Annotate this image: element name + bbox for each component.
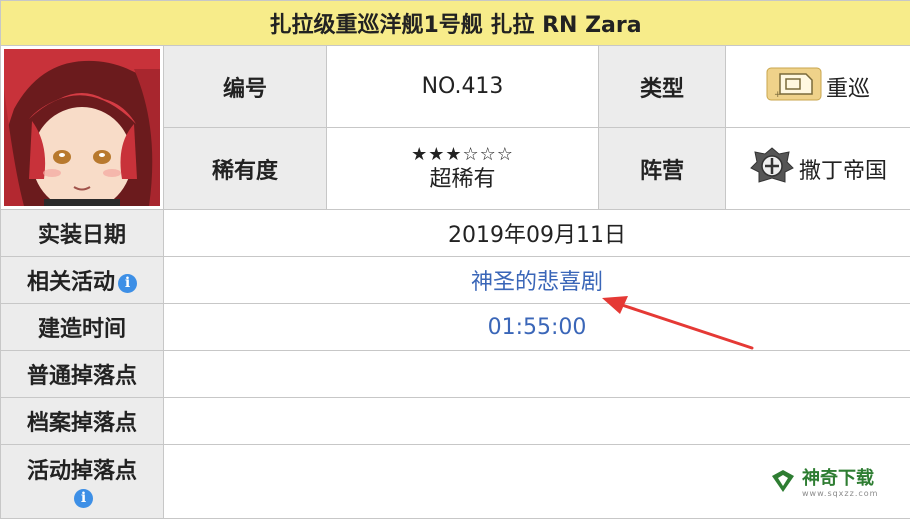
normal-drop-value (162, 350, 910, 398)
sardegna-empire-emblem-icon (749, 146, 795, 192)
heavy-cruiser-icon: + (766, 67, 822, 107)
type-label: 类型 (598, 45, 726, 128)
watermark-url: www.sqxzz.com (802, 488, 879, 498)
rarity-value: 超稀有 (429, 166, 496, 192)
faction-label: 阵营 (598, 127, 726, 210)
related-event-header: 相关活动 i (0, 256, 164, 304)
event-drop-header: 活动掉落点 i (0, 444, 164, 519)
ship-portrait (0, 45, 164, 210)
related-event-link[interactable]: 神圣的悲喜剧 (162, 256, 910, 304)
release-date-value: 2019年09月11日 (162, 209, 910, 257)
build-time-link[interactable]: 01:55:00 (162, 303, 910, 351)
watermark-logo-icon (770, 468, 796, 498)
related-event-label: 相关活动 (26, 270, 115, 295)
normal-drop-label: 普通掉落点 (0, 350, 164, 398)
number-value: NO.413 (326, 45, 599, 128)
watermark-text: 神奇下载 (802, 467, 874, 489)
archive-drop-value (162, 397, 910, 445)
number-label: 编号 (163, 45, 327, 128)
type-cell: + 重巡 (724, 45, 910, 128)
build-time-label: 建造时间 (0, 303, 164, 351)
rarity-cell: ★★★☆☆☆ 超稀有 (326, 127, 599, 210)
type-value: 重巡 (826, 76, 871, 102)
ship-title: 扎拉级重巡洋舰1号舰 扎拉 RN Zara (0, 0, 910, 46)
watermark: 神奇下载 www.sqxzz.com (770, 468, 878, 498)
info-icon[interactable]: i (74, 489, 93, 508)
ship-info-table: 扎拉级重巡洋舰1号舰 扎拉 RN Zara 编号 NO.413 类型 + 重巡 … (0, 0, 910, 519)
rarity-label: 稀有度 (163, 127, 327, 210)
faction-cell: 撒丁帝国 (724, 127, 910, 210)
info-icon[interactable]: i (118, 274, 137, 293)
rarity-stars: ★★★☆☆☆ (411, 143, 514, 165)
archive-drop-label: 档案掉落点 (0, 397, 164, 445)
event-drop-label: 活动掉落点 (26, 459, 137, 484)
svg-text:+: + (774, 90, 782, 100)
release-date-label: 实装日期 (0, 209, 164, 257)
faction-value: 撒丁帝国 (799, 158, 888, 184)
